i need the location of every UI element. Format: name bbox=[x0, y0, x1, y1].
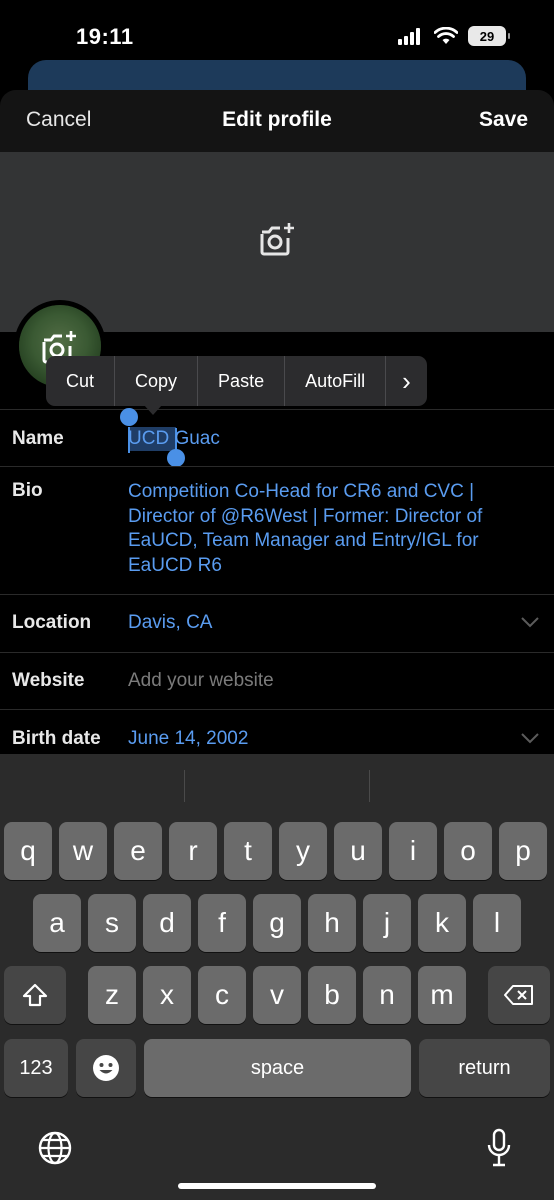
edit-context-menu: Cut Copy Paste AutoFill › bbox=[46, 356, 427, 406]
key-v[interactable]: v bbox=[253, 966, 301, 1024]
key-q[interactable]: q bbox=[4, 822, 52, 880]
key-k[interactable]: k bbox=[418, 894, 466, 952]
key-j[interactable]: j bbox=[363, 894, 411, 952]
key-p[interactable]: p bbox=[499, 822, 547, 880]
chevron-down-icon[interactable] bbox=[520, 731, 540, 745]
key-c[interactable]: c bbox=[198, 966, 246, 1024]
camera-plus-icon[interactable] bbox=[258, 222, 296, 258]
location-label: Location bbox=[12, 612, 92, 633]
emoji-icon bbox=[93, 1055, 119, 1081]
key-l[interactable]: l bbox=[473, 894, 521, 952]
divider bbox=[0, 709, 554, 710]
chevron-down-icon[interactable] bbox=[520, 615, 540, 629]
name-rest-text: Guac bbox=[169, 428, 220, 449]
suggestion-divider bbox=[184, 770, 185, 802]
selection-start-handle[interactable] bbox=[120, 408, 138, 426]
emoji-key[interactable] bbox=[76, 1039, 136, 1097]
backspace-icon bbox=[504, 985, 533, 1005]
home-indicator[interactable] bbox=[178, 1183, 376, 1189]
divider bbox=[0, 594, 554, 595]
birth-date-label: Birth date bbox=[12, 728, 101, 749]
key-o[interactable]: o bbox=[444, 822, 492, 880]
key-d[interactable]: d bbox=[143, 894, 191, 952]
menu-pointer bbox=[144, 405, 162, 415]
name-label: Name bbox=[12, 428, 64, 449]
birth-date-input[interactable]: June 14, 2002 bbox=[128, 728, 248, 750]
divider bbox=[0, 652, 554, 653]
bio-label: Bio bbox=[12, 480, 43, 501]
status-time: 19:11 bbox=[76, 24, 134, 49]
bio-input[interactable]: Competition Co-Head for CR6 and CVC | Di… bbox=[128, 480, 528, 578]
numbers-key[interactable]: 123 bbox=[4, 1039, 68, 1097]
shift-icon bbox=[22, 983, 48, 1007]
divider bbox=[0, 409, 554, 410]
name-input[interactable]: UCD Guac bbox=[128, 428, 220, 450]
backspace-key[interactable] bbox=[488, 966, 550, 1024]
key-f[interactable]: f bbox=[198, 894, 246, 952]
key-b[interactable]: b bbox=[308, 966, 356, 1024]
key-n[interactable]: n bbox=[363, 966, 411, 1024]
key-h[interactable]: h bbox=[308, 894, 356, 952]
key-a[interactable]: a bbox=[33, 894, 81, 952]
website-label: Website bbox=[12, 670, 85, 691]
location-input[interactable]: Davis, CA bbox=[128, 612, 212, 634]
suggestion-divider bbox=[369, 770, 370, 802]
key-e[interactable]: e bbox=[114, 822, 162, 880]
battery-indicator: 29 bbox=[468, 26, 510, 46]
menu-autofill[interactable]: AutoFill bbox=[285, 356, 387, 406]
key-y[interactable]: y bbox=[279, 822, 327, 880]
divider bbox=[0, 466, 554, 467]
name-selected-text: UCD bbox=[128, 428, 170, 449]
globe-icon[interactable] bbox=[37, 1130, 73, 1166]
menu-copy[interactable]: Copy bbox=[115, 356, 199, 406]
key-z[interactable]: z bbox=[88, 966, 136, 1024]
shift-key[interactable] bbox=[4, 966, 66, 1024]
menu-paste[interactable]: Paste bbox=[198, 356, 286, 406]
menu-cut[interactable]: Cut bbox=[46, 356, 116, 406]
status-indicators: 29 bbox=[398, 26, 510, 46]
key-m[interactable]: m bbox=[418, 966, 466, 1024]
key-s[interactable]: s bbox=[88, 894, 136, 952]
page-title: Edit profile bbox=[222, 108, 332, 131]
return-key[interactable]: return bbox=[419, 1039, 550, 1097]
edit-profile-sheet: Cancel Edit profile Save bbox=[0, 90, 554, 754]
key-u[interactable]: u bbox=[334, 822, 382, 880]
space-key[interactable]: space bbox=[144, 1039, 411, 1097]
key-x[interactable]: x bbox=[143, 966, 191, 1024]
key-w[interactable]: w bbox=[59, 822, 107, 880]
microphone-icon[interactable] bbox=[486, 1128, 512, 1168]
wifi-icon bbox=[434, 27, 458, 44]
key-g[interactable]: g bbox=[253, 894, 301, 952]
save-button[interactable]: Save bbox=[479, 108, 528, 132]
menu-more-chevron-icon[interactable]: › bbox=[386, 356, 427, 406]
key-t[interactable]: t bbox=[224, 822, 272, 880]
key-i[interactable]: i bbox=[389, 822, 437, 880]
signal-icon bbox=[398, 28, 420, 45]
selection-end-handle[interactable] bbox=[167, 449, 185, 467]
website-input[interactable]: Add your website bbox=[128, 670, 274, 692]
key-r[interactable]: r bbox=[169, 822, 217, 880]
